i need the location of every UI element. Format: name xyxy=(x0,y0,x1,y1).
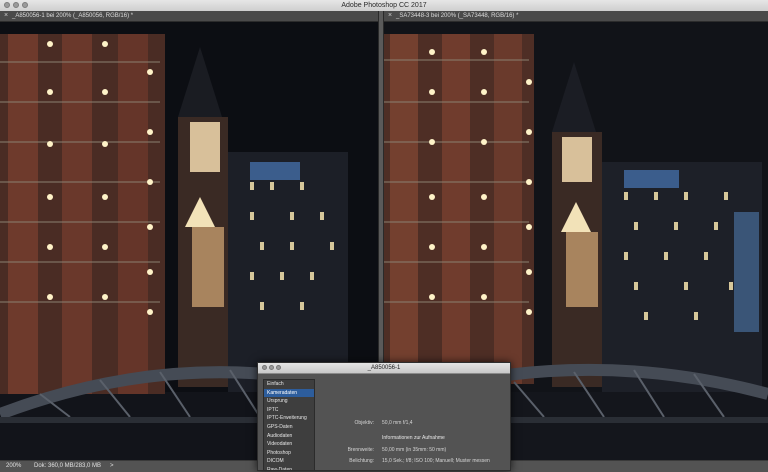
dialog-titlebar: _A850056-1 xyxy=(258,363,510,374)
brennweite-value: 50,00 mm (in 35mm: 50 mm) xyxy=(382,447,447,453)
document-tab-label: _SA73448-3 bei 200% (_SA73448, RGB/16) * xyxy=(396,13,519,19)
app-title: Adobe Photoshop CC 2017 xyxy=(341,2,427,9)
belichtung-label: Belichtung: xyxy=(349,458,374,464)
document-size: Dok: 360,0 MB/283,0 MB xyxy=(34,463,102,469)
objektiv-label: Objektiv: xyxy=(354,420,374,426)
file-info-dialog: _A850056-1 Einfach Kameradaten Ursprung IPT… xyxy=(257,362,511,471)
section-heading: Informationen zur Aufnahme xyxy=(382,435,445,441)
tab-close-icon[interactable]: × xyxy=(388,12,392,20)
category-item[interactable]: GPS-Daten xyxy=(264,423,314,432)
document-tab-left[interactable]: × _A850056-1 bei 200% (_A850056, RGB/16)… xyxy=(0,11,378,22)
brennweite-label: Brennweite: xyxy=(347,447,374,453)
category-item[interactable]: Videodaten xyxy=(264,440,314,449)
belichtung-value: 15,0 Sek.; f/8; ISO 100; Manuell; Muster… xyxy=(382,458,490,464)
category-item[interactable]: Kameradaten xyxy=(264,388,314,398)
document-tab-right[interactable]: × _SA73448-3 bei 200% (_SA73448, RGB/16)… xyxy=(384,11,768,22)
objektiv-value: 50,0 mm f/1,4 xyxy=(382,420,413,426)
category-item[interactable]: Photoshop xyxy=(264,449,314,458)
category-item[interactable]: IPTC-Erweiterung xyxy=(264,414,314,423)
status-menu-arrow[interactable]: > xyxy=(110,461,114,472)
category-item[interactable]: Audiodaten xyxy=(264,432,314,441)
dialog-title: _A850056-1 xyxy=(367,365,401,371)
category-item[interactable]: Einfach xyxy=(264,380,314,389)
tab-close-icon[interactable]: × xyxy=(4,12,8,20)
category-item[interactable]: Ursprung xyxy=(264,397,314,406)
category-item[interactable]: Raw-Daten xyxy=(264,466,314,470)
category-item[interactable]: DICOM xyxy=(264,457,314,466)
document-tab-label: _A850056-1 bei 200% (_A850056, RGB/16) * xyxy=(12,13,134,19)
category-list: Einfach Kameradaten Ursprung IPTC IPTC-Erwei… xyxy=(263,379,315,470)
category-item[interactable]: IPTC xyxy=(264,406,314,415)
zoom-level[interactable]: 200% xyxy=(6,461,21,472)
